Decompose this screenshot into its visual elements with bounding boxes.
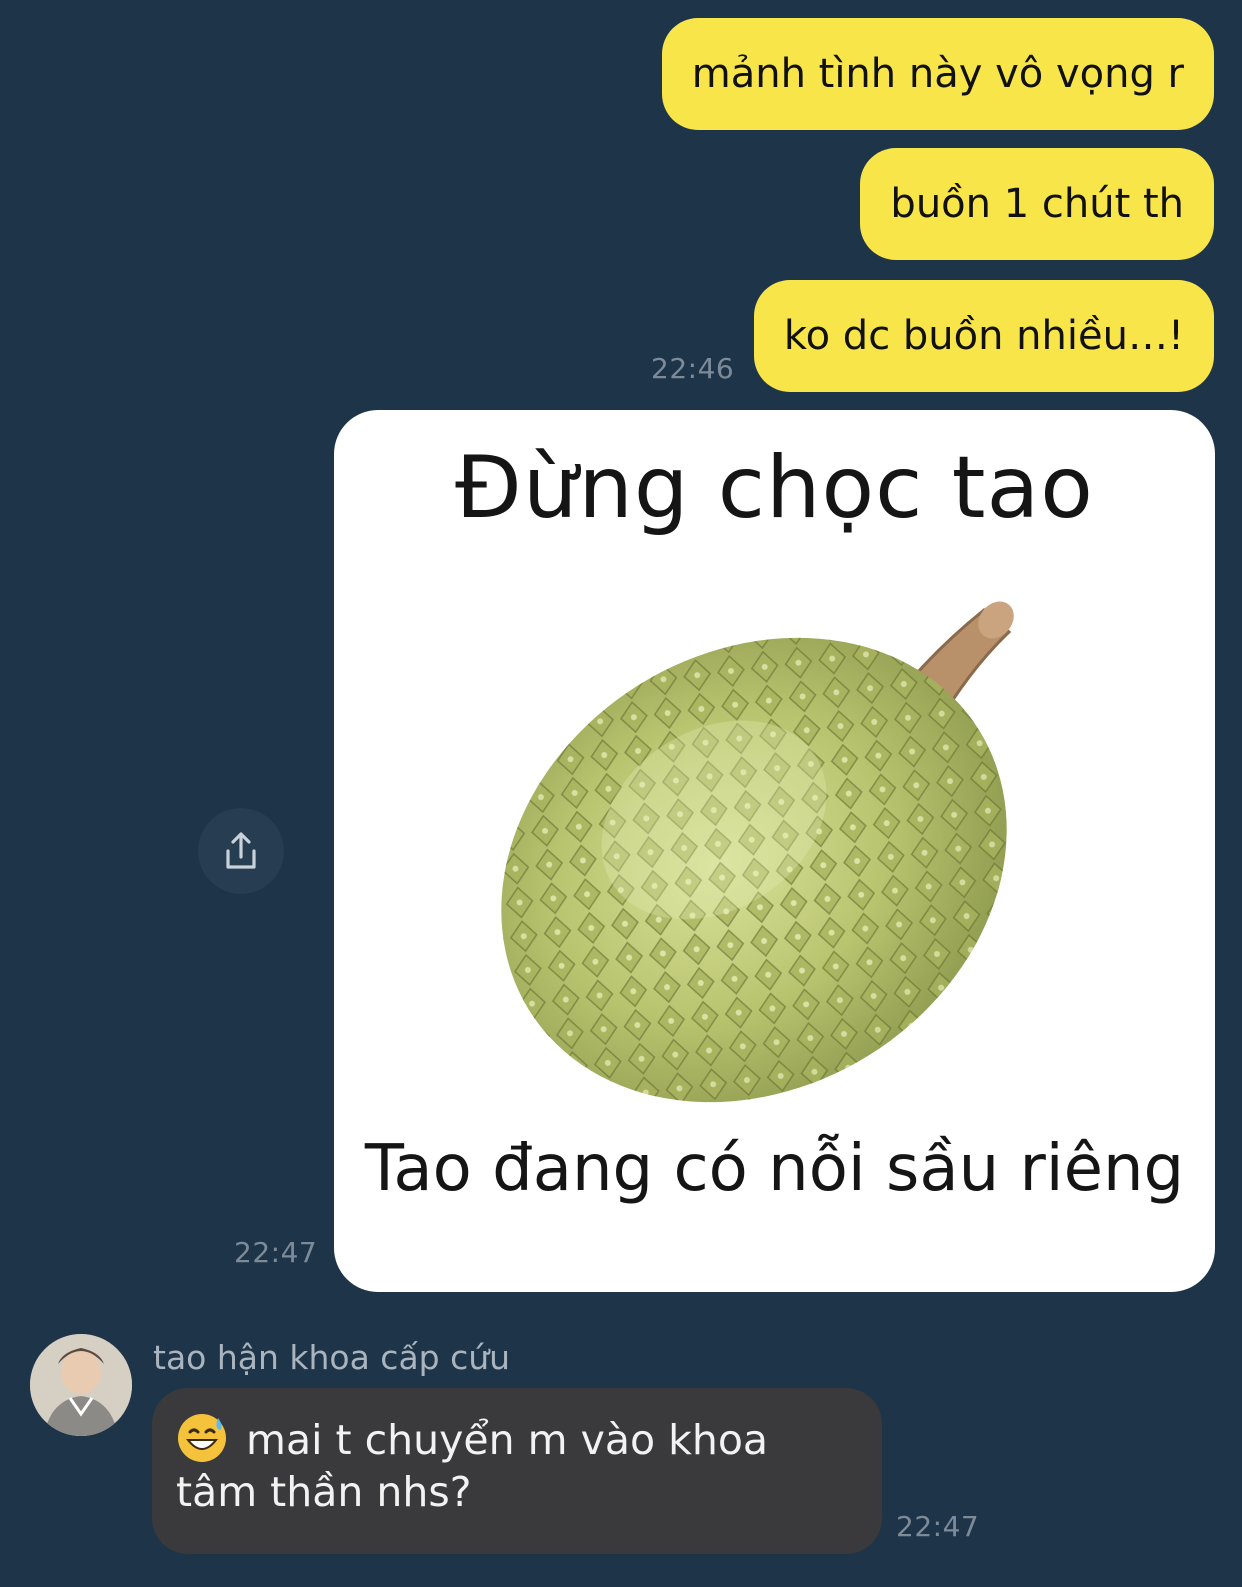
- sticker-message[interactable]: Đừng chọc tao Tao đang có nỗi sầu riêng: [334, 410, 1215, 1292]
- share-icon: [226, 832, 256, 869]
- avatar-image: [30, 1334, 132, 1436]
- sticker-caption-top: Đừng chọc tao: [455, 438, 1094, 538]
- message-text: ko dc buồn nhiều…!: [783, 313, 1184, 359]
- message-timestamp: 22:47: [896, 1510, 980, 1543]
- message-bubble-incoming[interactable]: mai t chuyển m vào khoa tâm thần nhs?: [152, 1388, 882, 1554]
- sender-name: tao hận khoa cấp cứu: [153, 1338, 511, 1377]
- message-bubble-outgoing[interactable]: mảnh tình này vô vọng r: [661, 18, 1214, 130]
- message-bubble-outgoing[interactable]: buồn 1 chút th: [860, 148, 1214, 260]
- message-bubble-outgoing[interactable]: ko dc buồn nhiều…!: [753, 280, 1214, 392]
- durian-image: [501, 601, 1014, 1103]
- sticker-caption-bottom: Tao đang có nỗi sầu riêng: [364, 1132, 1185, 1206]
- share-button[interactable]: [198, 808, 284, 894]
- message-text: mai t chuyển m vào khoa tâm thần nhs?: [176, 1416, 769, 1516]
- avatar[interactable]: [30, 1334, 132, 1436]
- grinning-sweat-emoji-icon: [178, 1414, 226, 1462]
- message-timestamp: 22:46: [651, 352, 735, 385]
- message-text: mảnh tình này vô vọng r: [691, 51, 1184, 97]
- message-timestamp: 22:47: [234, 1236, 318, 1269]
- message-text: buồn 1 chút th: [890, 181, 1184, 227]
